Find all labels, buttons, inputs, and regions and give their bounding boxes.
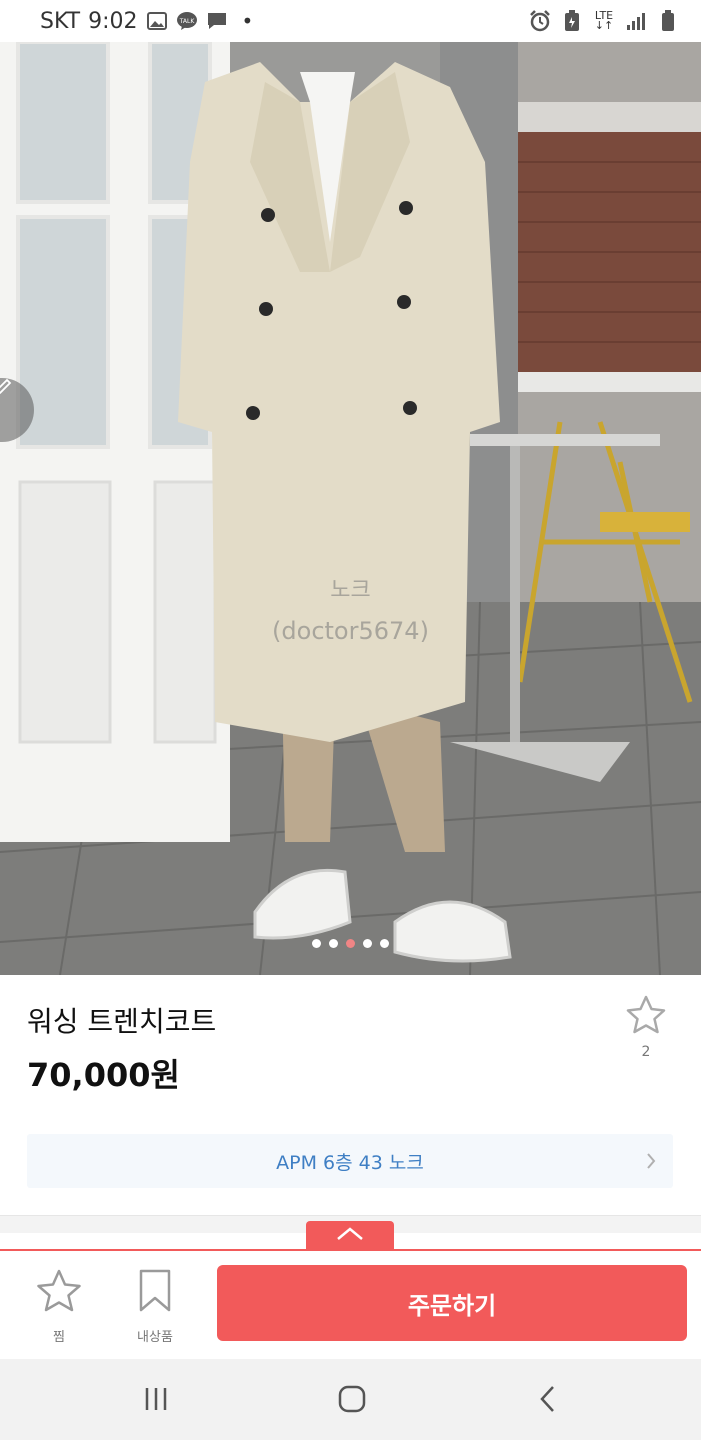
collapse-tab[interactable] [306,1221,394,1251]
status-left: SKT 9:02 TALK • [40,9,253,34]
network-label: LTE [594,9,614,22]
status-right: LTE ↓↑ [529,9,679,32]
carousel-dot[interactable] [329,939,338,948]
battery-icon [657,10,679,31]
chevron-up-icon [335,1226,365,1246]
notification-dot-icon: • [241,9,254,33]
wishlist-button[interactable]: 찜 [19,1268,99,1345]
status-bar: SKT 9:02 TALK • LTE ↓↑ [0,0,701,42]
battery-saver-icon [561,10,583,31]
carousel-dot[interactable] [380,939,389,948]
carousel-dot[interactable] [363,939,372,948]
star-icon [624,995,668,1040]
favorite-button[interactable]: 2 [618,994,674,1060]
lte-icon: LTE ↓↑ [594,9,614,32]
favorite-count: 2 [641,1044,651,1060]
gallery-icon [146,11,168,31]
store-location: APM 6층 43 노크 [276,1151,424,1174]
carrier-label: SKT [40,8,81,34]
watermark-store-name: 노크 [330,578,371,603]
product-photo-illustration [0,42,701,975]
recent-apps-button[interactable] [136,1381,176,1421]
home-button[interactable] [332,1381,372,1421]
clock: 9:02 [88,8,138,34]
back-button[interactable] [528,1381,568,1421]
back-icon [538,1384,558,1418]
recent-apps-icon [142,1385,170,1417]
bookmark-icon [135,1269,175,1318]
my-items-button[interactable]: 내상품 [115,1268,195,1345]
system-nav-bar [0,1359,701,1440]
home-icon [337,1384,367,1418]
message-icon [206,11,228,31]
carousel-dot[interactable] [312,939,321,948]
watermark-seller-id: (doctor5674) [272,617,429,645]
order-button[interactable]: 주문하기 [217,1265,687,1341]
product-title: 워싱 트렌치코트 [27,1005,217,1038]
my-items-label: 내상품 [137,1330,173,1345]
chevron-right-icon [645,1151,657,1175]
store-link[interactable]: APM 6층 43 노크 [27,1134,673,1188]
wishlist-label: 찜 [53,1330,65,1345]
product-image[interactable]: 노크 (doctor5674) [0,42,701,975]
star-outline-icon [35,1269,83,1318]
svg-text:TALK: TALK [178,18,195,25]
carousel-indicator [0,939,701,948]
product-price: 70,000원 [27,1056,180,1094]
alarm-icon [529,10,551,32]
carousel-dot[interactable] [346,939,355,948]
signal-icon [625,11,647,31]
kakaotalk-icon: TALK [176,11,198,31]
